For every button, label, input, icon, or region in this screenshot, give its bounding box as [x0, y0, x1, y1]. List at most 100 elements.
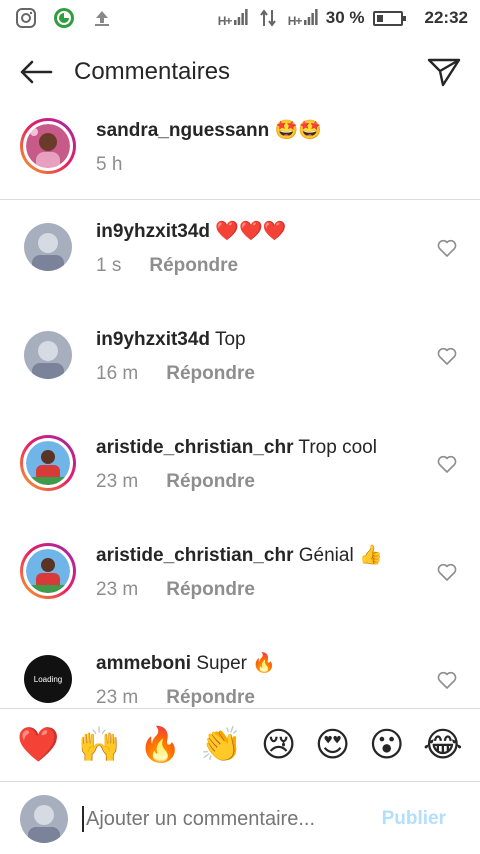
avatar-image — [26, 441, 70, 485]
comment-line: aristide_christian_chr Trop cool — [96, 435, 432, 461]
battery-fill — [376, 14, 384, 22]
heart-icon — [437, 671, 457, 689]
avatar-label: Loading — [33, 674, 63, 684]
page-title: Commentaires — [74, 58, 231, 85]
comment-meta: 23 m Répondre — [96, 579, 432, 601]
like-button[interactable] — [432, 233, 462, 263]
comment-avatar-inner — [23, 546, 73, 596]
comment-row: aristide_christian_chr Trop cool 23 m Ré… — [0, 417, 480, 525]
caption-time: 5 h — [96, 154, 123, 175]
caption-username[interactable]: sandra_nguessann — [96, 120, 269, 141]
caption-line: sandra_nguessann 🤩🤩 — [96, 118, 462, 144]
current-user-avatar — [20, 794, 68, 843]
reply-button[interactable]: Répondre — [166, 687, 255, 709]
emoji-laughing[interactable]: 😂 — [423, 728, 463, 762]
comment-username[interactable]: ammeboni — [96, 653, 191, 674]
emoji-clap[interactable]: 👏 — [200, 728, 242, 762]
clock: 22:32 — [424, 8, 468, 27]
comment-avatar[interactable] — [20, 435, 76, 491]
app-notification-icon — [52, 6, 76, 30]
avatar-image — [24, 331, 72, 379]
comment-time: 1 s — [96, 255, 122, 276]
reply-button[interactable]: Répondre — [149, 255, 238, 277]
comment-body: aristide_christian_chr Trop cool 23 m Ré… — [96, 435, 432, 525]
comment-username[interactable]: in9yhzxit34d — [96, 329, 210, 350]
reply-button[interactable]: Répondre — [166, 579, 255, 601]
network-type-1: H+ — [217, 13, 233, 28]
comment-text: Top — [214, 329, 246, 350]
comment-text: Super 🔥 — [196, 653, 276, 674]
comment-meta: 16 m Répondre — [96, 363, 432, 385]
comment-meta: 23 m Répondre — [96, 687, 432, 709]
comment-username[interactable]: aristide_christian_chr — [96, 545, 293, 566]
emoji-heart-eyes[interactable]: 😍 — [315, 728, 350, 762]
battery-percent: 30 % — [325, 8, 365, 27]
like-button[interactable] — [432, 557, 462, 587]
comment-text: ❤️❤️❤️ — [215, 221, 287, 242]
network-type-2: H+ — [287, 13, 303, 28]
comment-body: in9yhzxit34d ❤️❤️❤️ 1 s Répondre — [96, 219, 432, 309]
comment-avatar[interactable]: Loading — [24, 655, 72, 703]
comment-input[interactable] — [82, 805, 382, 832]
avatar-image — [26, 124, 70, 168]
emoji-fire[interactable]: 🔥 — [139, 728, 181, 762]
comment-line: ammeboni Super 🔥 — [96, 651, 432, 677]
comment-line: in9yhzxit34d Top — [96, 327, 432, 353]
comment-avatar[interactable] — [24, 223, 72, 271]
publish-button[interactable]: Publier — [382, 808, 446, 830]
like-button[interactable] — [432, 341, 462, 371]
status-left — [14, 6, 114, 30]
emoji-bar: ❤️ 🙌 🔥 👏 😢 😍 😮 😂 — [0, 708, 480, 782]
comment-row: aristide_christian_chr Génial 👍 23 m Rép… — [0, 525, 480, 633]
heart-icon — [437, 347, 457, 365]
status-bar: H+ H+ 30 % 22:32 — [0, 0, 480, 36]
comment-line: in9yhzxit34d ❤️❤️❤️ — [96, 219, 432, 245]
comment-username[interactable]: in9yhzxit34d — [96, 221, 210, 242]
comment-avatar[interactable] — [20, 543, 76, 599]
emoji-surprised[interactable]: 😮 — [369, 728, 404, 762]
avatar-image — [26, 549, 70, 593]
emoji-raised-hands[interactable]: 🙌 — [78, 728, 120, 762]
comment-avatar-inner — [23, 438, 73, 488]
caption-body: sandra_nguessann 🤩🤩 5 h — [96, 118, 462, 199]
comment-time: 16 m — [96, 363, 139, 384]
comment-input-bar: Publier — [0, 783, 480, 854]
comment-row: Loading ammeboni Super 🔥 23 m Répondre — [0, 633, 480, 709]
comment-text: Génial 👍 — [298, 545, 383, 566]
comment-meta: 1 s Répondre — [96, 255, 432, 277]
comment-line: aristide_christian_chr Génial 👍 — [96, 543, 432, 569]
comment-row: in9yhzxit34d Top 16 m Répondre — [0, 309, 480, 417]
upload-icon — [90, 6, 114, 30]
battery-icon — [372, 10, 406, 26]
avatar-image — [20, 794, 68, 843]
caption-avatar-inner — [23, 121, 73, 171]
comments-list[interactable]: in9yhzxit34d ❤️❤️❤️ 1 s Répondre in9yhzx… — [0, 201, 480, 709]
reply-button[interactable]: Répondre — [166, 471, 255, 493]
data-transfer-icon — [256, 6, 280, 30]
paper-plane-icon — [427, 58, 461, 87]
comment-meta: 23 m Répondre — [96, 471, 432, 493]
header: Commentaires — [0, 36, 480, 108]
emoji-crying[interactable]: 😢 — [261, 728, 296, 762]
comment-body: in9yhzxit34d Top 16 m Répondre — [96, 327, 432, 417]
caption-avatar[interactable] — [20, 118, 76, 174]
comment-avatar[interactable] — [24, 331, 72, 379]
back-arrow-icon — [20, 60, 53, 84]
comment-row: in9yhzxit34d ❤️❤️❤️ 1 s Répondre — [0, 201, 480, 309]
emoji-heart[interactable]: ❤️ — [17, 728, 59, 762]
like-button[interactable] — [432, 449, 462, 479]
heart-icon — [437, 563, 457, 581]
share-button[interactable] — [426, 54, 462, 90]
signal-2: H+ — [287, 8, 318, 28]
comment-username[interactable]: aristide_christian_chr — [96, 437, 293, 458]
back-button[interactable] — [18, 54, 54, 90]
reply-button[interactable]: Répondre — [166, 363, 255, 385]
status-right: H+ H+ 30 % 22:32 — [218, 6, 468, 30]
signal-1: H+ — [217, 8, 248, 28]
comment-body: ammeboni Super 🔥 23 m Répondre — [96, 651, 432, 709]
like-button[interactable] — [432, 665, 462, 695]
post-caption: sandra_nguessann 🤩🤩 5 h — [0, 108, 480, 200]
comment-text: Trop cool — [298, 437, 377, 458]
instagram-icon — [14, 6, 38, 30]
comment-time: 23 m — [96, 687, 139, 708]
